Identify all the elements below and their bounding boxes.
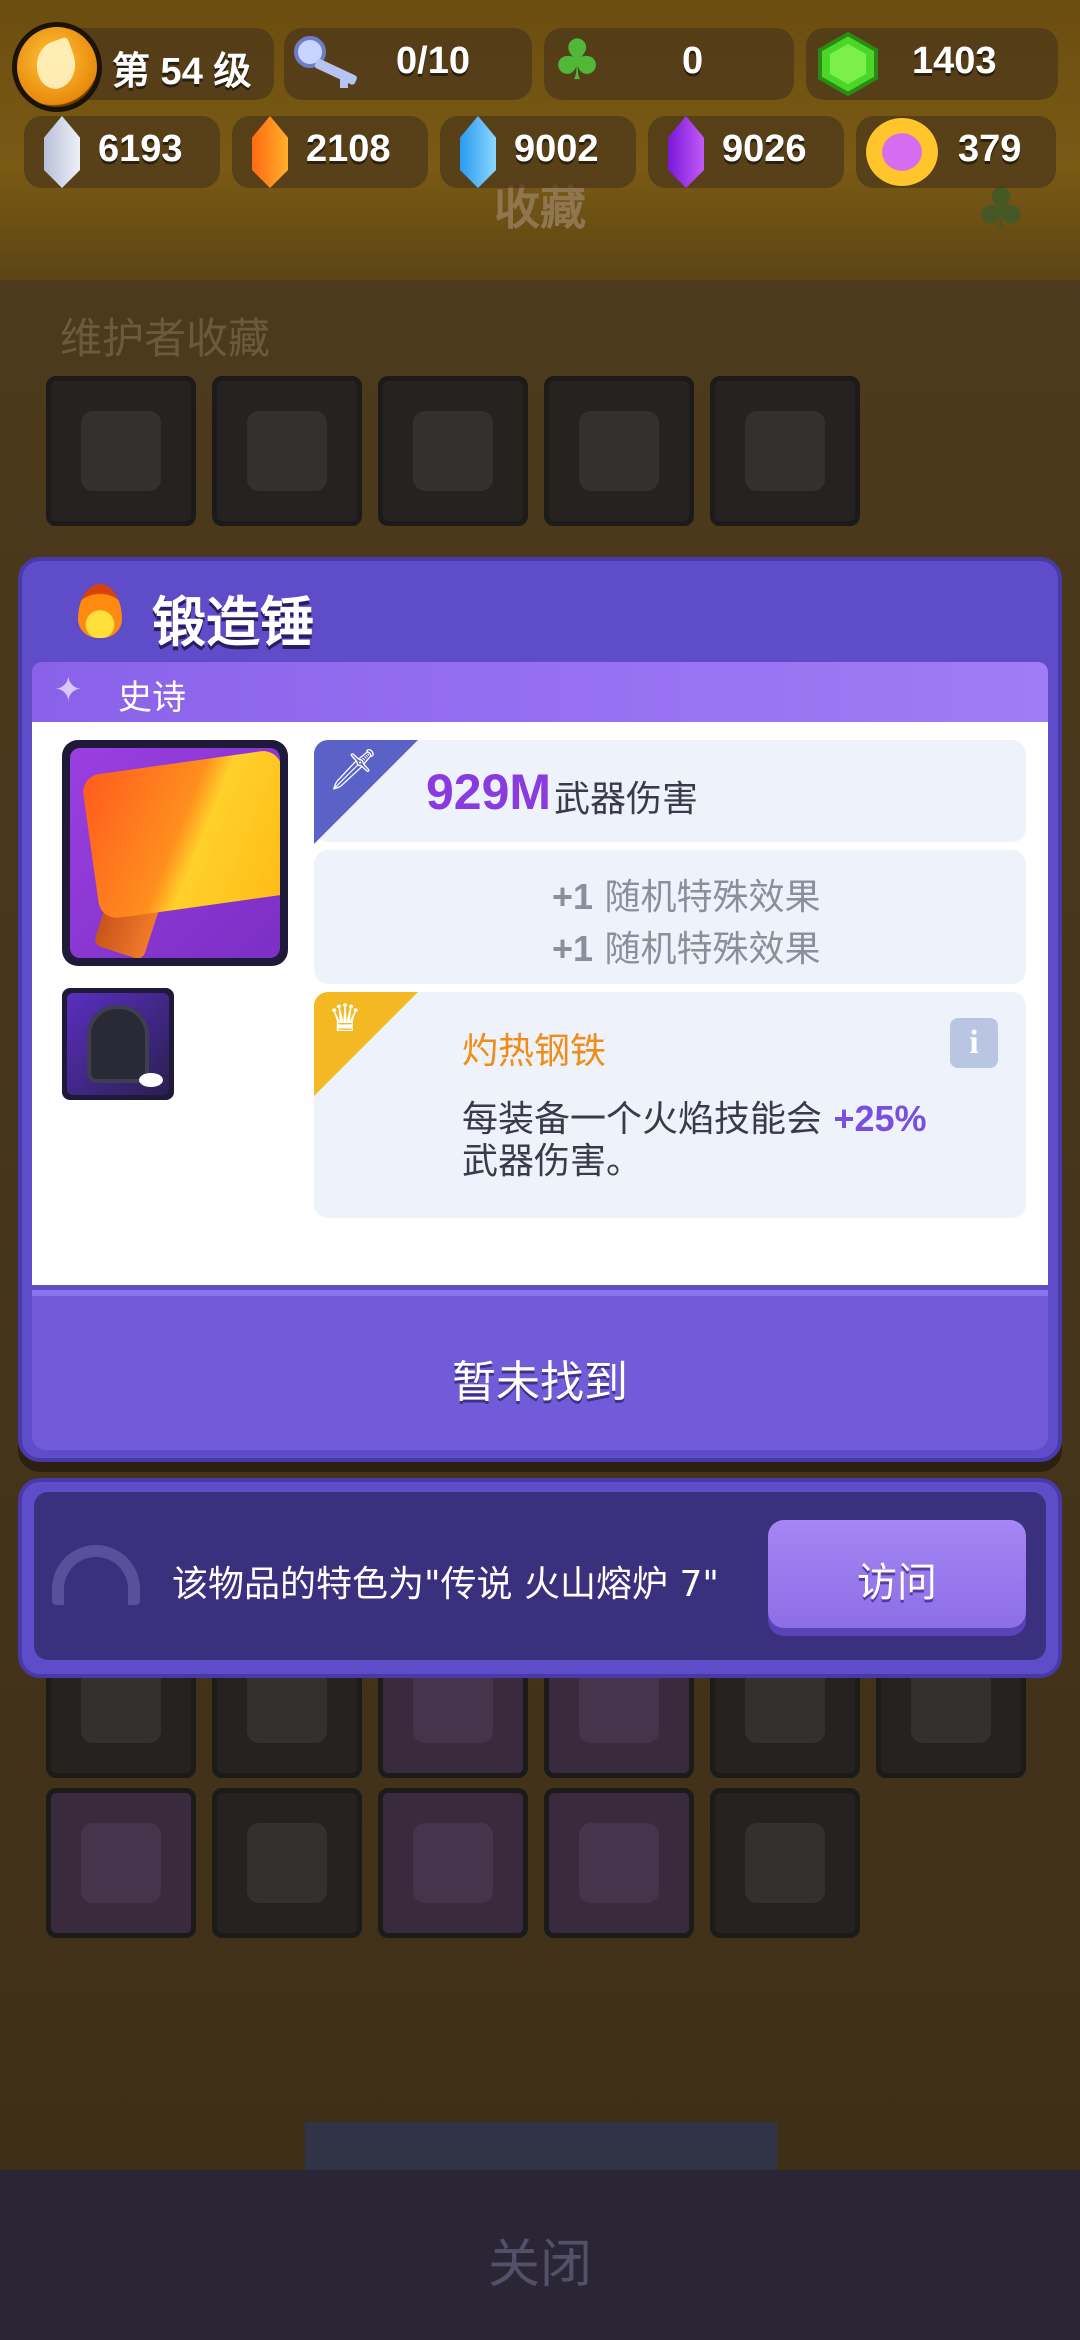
forge-hammer-icon	[70, 748, 280, 958]
green-gem-count: 1403	[912, 40, 997, 82]
collection-slot[interactable]	[46, 376, 196, 526]
collection-slot[interactable]	[544, 376, 694, 526]
collection-slot[interactable]	[544, 1788, 694, 1938]
eye-icon	[139, 1073, 163, 1087]
collection-slot[interactable]	[212, 376, 362, 526]
crown-token-count: 379	[958, 128, 1022, 170]
info-icon[interactable]: i	[950, 1018, 998, 1068]
crown-token-icon	[866, 118, 938, 186]
armor-skill-icon	[67, 993, 169, 1095]
skill-thumbnail[interactable]	[62, 988, 174, 1100]
weapon-damage-value: 929M	[426, 764, 552, 820]
silver-crystal-count: 6193	[98, 128, 183, 170]
collection-slot[interactable]	[46, 1788, 196, 1938]
clover-icon: ♣	[552, 28, 603, 93]
orange-crystal-count: 2108	[306, 128, 391, 170]
rarity-label: 史诗	[118, 678, 186, 718]
sparkle-icon: ✦	[54, 670, 83, 710]
collection-slot[interactable]	[378, 1788, 528, 1938]
background-bar	[305, 2122, 777, 2170]
crown-icon: ♛	[328, 996, 363, 1040]
section-title: 维护者收藏	[60, 314, 271, 363]
source-text: 该物品的特色为"传说 火山熔炉 7"	[172, 1564, 719, 1605]
bonus-effect-line: +1 随机特殊效果	[552, 876, 821, 918]
keys-count: 0/10	[396, 40, 470, 82]
perk-description: 每装备一个火焰技能会 +25% 武器伤害。	[462, 1098, 927, 1182]
level-label: 第 54 级	[112, 51, 252, 93]
collection-slot[interactable]	[710, 376, 860, 526]
weapon-damage-label: 武器伤害	[554, 779, 699, 820]
not-found-label: 暂未找到	[452, 1357, 628, 1408]
collection-slot[interactable]	[710, 1788, 860, 1938]
blue-crystal-count: 9002	[514, 128, 599, 170]
green-gem-icon	[818, 32, 878, 96]
item-title: 锻造锤	[152, 591, 314, 654]
sword-icon: 🗡	[328, 747, 379, 793]
clover-count: 0	[682, 40, 704, 82]
visit-button-label: 访问	[857, 1560, 937, 1606]
key-icon	[294, 36, 357, 88]
perk-name: 灼热钢铁	[462, 1031, 607, 1072]
collection-slot[interactable]	[212, 1788, 362, 1938]
collection-slot[interactable]	[378, 376, 528, 526]
purple-crystal-count: 9026	[722, 128, 807, 170]
bonus-effect-line: +1 随机特殊效果	[552, 928, 821, 970]
close-button[interactable]: 关闭	[0, 2222, 1080, 2297]
item-image	[62, 740, 288, 966]
